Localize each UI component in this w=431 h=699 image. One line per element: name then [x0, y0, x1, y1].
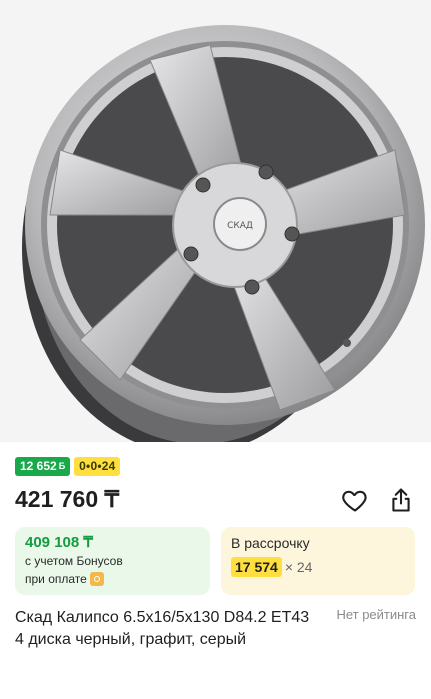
product-price: 421 760 ₸: [15, 486, 120, 512]
share-button[interactable]: [387, 486, 415, 514]
favorite-button[interactable]: [341, 486, 369, 514]
bonus-price-card[interactable]: 409 108 ₸ с учетом Бонусов при оплате: [15, 527, 210, 595]
bonus-coin-icon: [89, 572, 104, 586]
installment-row: 17 574 × 24: [231, 557, 405, 577]
bonus-line-2: при оплате: [25, 572, 200, 587]
installment-card[interactable]: В рассрочку 17 574 × 24: [221, 527, 415, 595]
installment-amount: 17 574: [231, 557, 282, 577]
bonus-price: 409 108 ₸: [25, 534, 93, 551]
share-icon: [392, 488, 410, 512]
heart-icon: [342, 490, 367, 512]
bonus-badge-value: 12 652: [20, 459, 57, 473]
wheel-image: СКАД: [22, 25, 425, 442]
bonus-line-1: с учетом Бонусов: [25, 554, 123, 568]
installment-months: × 24: [284, 559, 313, 575]
hub-logo: СКАД: [227, 221, 253, 231]
bonus-badge-currency: Б: [58, 461, 66, 471]
bonus-line-2-text: при оплате: [25, 572, 87, 586]
installment-title: В рассрочку: [231, 535, 310, 551]
product-image[interactable]: СКАД: [0, 0, 431, 442]
product-title: Скад Калипсо 6.5x16/5x130 D84.2 ET43 4 д…: [15, 609, 310, 648]
rating-status[interactable]: Нет рейтинга: [336, 607, 416, 622]
bonus-badge: 12 652 Б: [15, 457, 71, 476]
installment-badge: 0•0•24: [74, 457, 121, 476]
badge-row: 12 652 Б 0•0•24: [15, 457, 121, 476]
